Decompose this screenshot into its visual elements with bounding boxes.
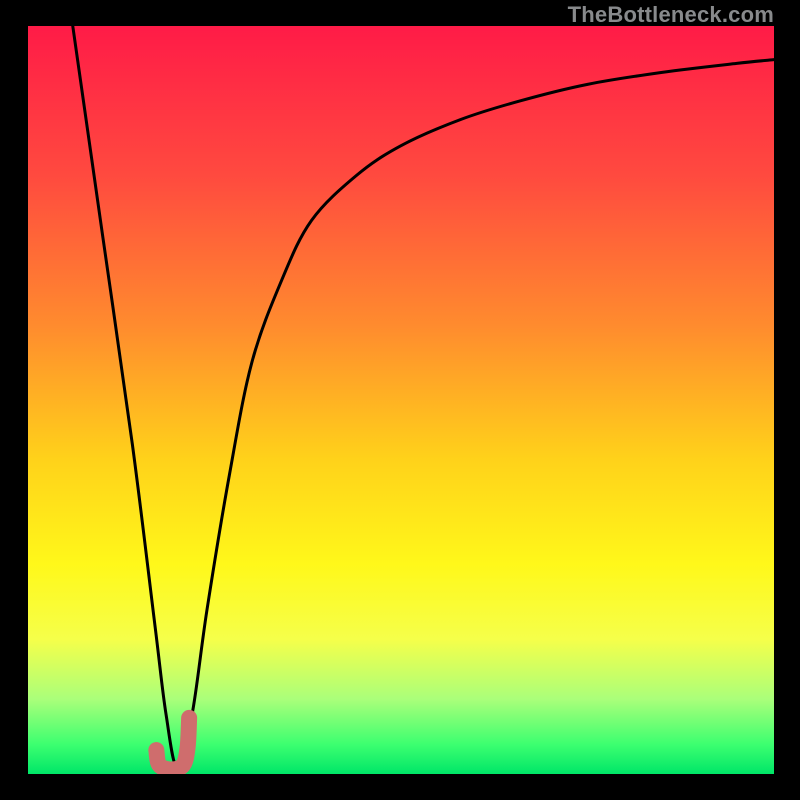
gradient-background bbox=[28, 26, 774, 774]
watermark-text: TheBottleneck.com bbox=[568, 2, 774, 28]
chart-frame: TheBottleneck.com bbox=[0, 0, 800, 800]
bottleneck-plot bbox=[28, 26, 774, 774]
